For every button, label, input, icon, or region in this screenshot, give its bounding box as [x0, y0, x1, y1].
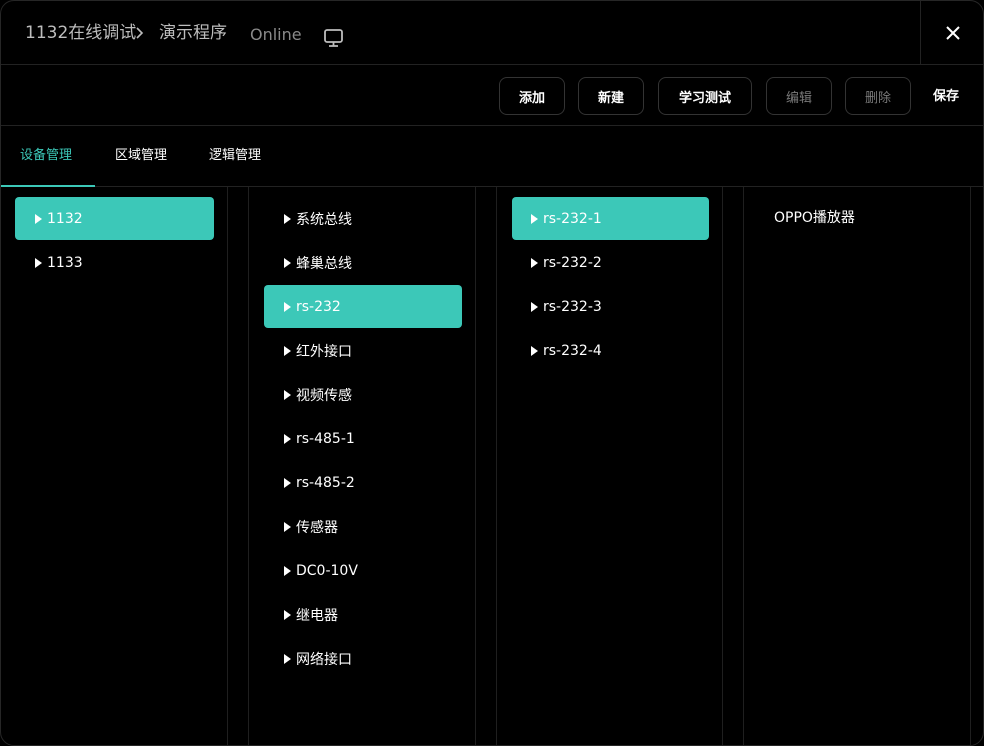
tab-bar: 设备管理 区域管理 逻辑管理: [1, 126, 983, 187]
interface-item[interactable]: 继电器: [264, 593, 462, 636]
interface-item[interactable]: rs-485-2: [264, 461, 462, 504]
interface-item-label: 网络接口: [296, 651, 352, 668]
chevron-right-icon: [136, 27, 144, 39]
close-icon[interactable]: [943, 23, 963, 43]
caret-right-icon: [284, 521, 291, 532]
caret-right-icon: [531, 257, 538, 268]
device-item[interactable]: 1132: [15, 197, 214, 240]
main-window: 1132在线调试 演示程序 Online 添加 新建 学习测试 编辑 删除 保存…: [0, 0, 984, 746]
toolbar: 添加 新建 学习测试 编辑 删除 保存: [1, 65, 983, 126]
interface-item[interactable]: rs-232: [264, 285, 462, 328]
edit-button[interactable]: 编辑: [766, 77, 832, 115]
column-divider: [475, 187, 476, 745]
interface-item[interactable]: 视频传感: [264, 373, 462, 416]
interface-item[interactable]: rs-485-1: [264, 417, 462, 460]
port-item[interactable]: rs-232-4: [512, 329, 709, 372]
tab-logic-management[interactable]: 逻辑管理: [209, 147, 261, 165]
interface-item[interactable]: 红外接口: [264, 329, 462, 372]
interface-item-label: rs-485-1: [296, 430, 355, 447]
interface-item[interactable]: 蜂巢总线: [264, 241, 462, 284]
caret-right-icon: [35, 257, 42, 268]
interface-item-label: DC0-10V: [296, 562, 358, 579]
breadcrumb-device[interactable]: 1132在线调试: [25, 21, 136, 45]
column-divider: [248, 187, 249, 745]
interface-item[interactable]: DC0-10V: [264, 549, 462, 592]
column-divider: [743, 187, 744, 745]
caret-right-icon: [531, 345, 538, 356]
column-divider: [496, 187, 497, 745]
port-item-label: rs-232-3: [543, 298, 602, 315]
interface-item-label: rs-232: [296, 298, 341, 315]
interface-item[interactable]: 传感器: [264, 505, 462, 548]
caret-right-icon: [284, 257, 291, 268]
caret-right-icon: [284, 477, 291, 488]
title-bar: 1132在线调试 演示程序 Online: [1, 1, 983, 65]
caret-right-icon: [284, 609, 291, 620]
caret-right-icon: [284, 389, 291, 400]
column-divider: [722, 187, 723, 745]
caret-right-icon: [531, 213, 538, 224]
caret-right-icon: [284, 653, 291, 664]
caret-right-icon: [284, 213, 291, 224]
active-tab-indicator: [1, 185, 95, 187]
monitor-icon[interactable]: [323, 28, 345, 48]
add-button[interactable]: 添加: [499, 77, 565, 115]
caret-right-icon: [531, 301, 538, 312]
new-button[interactable]: 新建: [578, 77, 644, 115]
port-item-label: rs-232-1: [543, 210, 602, 227]
interface-item[interactable]: 系统总线: [264, 197, 462, 240]
device-item-label: 1133: [47, 254, 83, 271]
delete-button[interactable]: 删除: [845, 77, 911, 115]
port-item[interactable]: rs-232-3: [512, 285, 709, 328]
breadcrumb-separator: [135, 21, 145, 52]
interface-item-label: 视频传感: [296, 387, 352, 404]
learn-test-button[interactable]: 学习测试: [658, 77, 752, 115]
device-item[interactable]: 1133: [15, 241, 214, 284]
port-item[interactable]: rs-232-1: [512, 197, 709, 240]
interface-item-label: 继电器: [296, 607, 338, 624]
tab-device-management[interactable]: 设备管理: [20, 147, 72, 165]
port-item-label: rs-232-2: [543, 254, 602, 271]
interface-item[interactable]: 网络接口: [264, 637, 462, 680]
caret-right-icon: [284, 565, 291, 576]
interface-item-label: 红外接口: [296, 343, 352, 360]
column-divider: [970, 187, 971, 745]
breadcrumb-program: 演示程序: [159, 23, 227, 43]
close-area: [920, 1, 983, 65]
port-item-label: rs-232-4: [543, 342, 602, 359]
caret-right-icon: [35, 213, 42, 224]
tab-area-management[interactable]: 区域管理: [115, 147, 167, 165]
caret-right-icon: [284, 345, 291, 356]
column-divider: [227, 187, 228, 745]
save-button[interactable]: 保存: [933, 88, 959, 106]
interface-item-label: rs-485-2: [296, 474, 355, 491]
caret-right-icon: [284, 301, 291, 312]
caret-right-icon: [284, 433, 291, 444]
port-item[interactable]: rs-232-2: [512, 241, 709, 284]
interface-item-label: 系统总线: [296, 211, 352, 228]
equipment-item[interactable]: OPPO播放器: [774, 209, 855, 227]
interface-item-label: 蜂巢总线: [296, 255, 352, 272]
interface-item-label: 传感器: [296, 519, 338, 536]
status-label: Online: [250, 25, 302, 44]
device-item-label: 1132: [47, 210, 83, 227]
